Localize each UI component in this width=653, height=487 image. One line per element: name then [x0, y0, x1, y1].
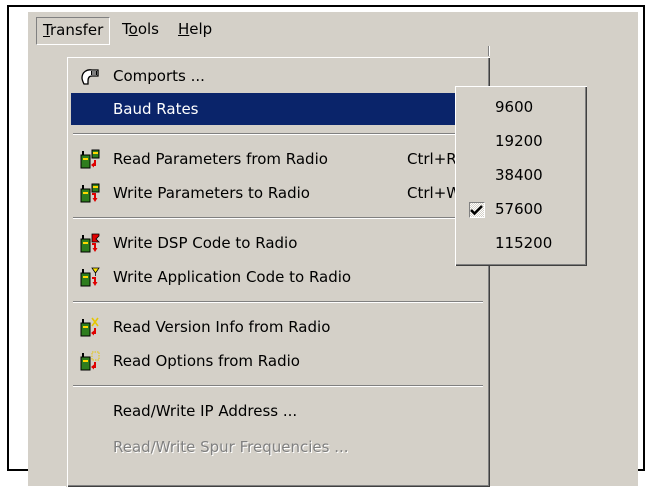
menu-item-spur-frequencies: Read/Write Spur Frequencies ... — [71, 431, 485, 463]
menu-item-read-version-info[interactable]: Read Version Info from Radio — [71, 311, 485, 343]
menu-item-label: Write DSP Code to Radio — [113, 234, 298, 252]
comport-icon — [81, 69, 99, 85]
radio-read-icon — [80, 149, 100, 169]
menu-item-write-dsp-code[interactable]: Write DSP Code to Radio — [71, 227, 485, 259]
menu-separator — [73, 217, 483, 219]
menu-separator — [73, 385, 483, 387]
baud-option-label: 9600 — [495, 98, 534, 116]
menu-item-ip-address[interactable]: Read/Write IP Address ... — [71, 395, 485, 427]
menu-item-label: Write Application Code to Radio — [113, 268, 352, 286]
menu-item-shortcut: Ctrl+R — [407, 150, 457, 168]
baud-option-115200[interactable]: 115200 — [459, 226, 583, 260]
radio-version-icon — [80, 317, 99, 337]
menu-item-write-application-code[interactable]: Write Application Code to Radio — [71, 261, 485, 293]
radio-dsp-icon — [80, 233, 100, 253]
menu-item-write-parameters[interactable]: Write Parameters to Radio Ctrl+W — [71, 177, 485, 209]
baud-option-label: 38400 — [495, 166, 543, 184]
baud-option-label: 115200 — [495, 234, 553, 252]
menu-item-read-options[interactable]: Read Options from Radio — [71, 345, 485, 377]
menu-item-read-parameters[interactable]: Read Parameters from Radio Ctrl+R — [71, 143, 485, 175]
baud-option-38400[interactable]: 38400 — [459, 158, 583, 192]
menu-item-label: Read Version Info from Radio — [113, 318, 331, 336]
menu-item-shortcut: Ctrl+W — [407, 184, 462, 202]
menu-tools-suffix: ols — [137, 20, 159, 38]
menu-help-access-key: H — [178, 20, 190, 38]
menu-help-suffix: elp — [189, 20, 213, 38]
menu-item-label: Write Parameters to Radio — [113, 184, 310, 202]
menu-transfer[interactable]: Transfer — [36, 17, 111, 45]
menu-item-comports[interactable]: Comports ... — [71, 60, 485, 92]
menu-help[interactable]: Help — [172, 12, 218, 46]
radio-write-icon — [80, 183, 100, 203]
baud-option-label: 19200 — [495, 132, 543, 150]
baud-option-19200[interactable]: 19200 — [459, 124, 583, 158]
menu-bar: Transfer Tools Help — [28, 12, 638, 46]
check-icon — [470, 205, 483, 216]
menu-separator — [73, 301, 483, 303]
menu-item-label: Read Options from Radio — [113, 352, 300, 370]
menu-tools-prefix: T — [122, 20, 129, 38]
menu-separator — [73, 133, 483, 135]
menu-item-label: Comports ... — [113, 67, 205, 85]
baud-option-57600[interactable]: 57600 — [459, 192, 583, 226]
menu-item-label: Read Parameters from Radio — [113, 150, 328, 168]
menu-item-baud-rates[interactable]: Baud Rates — [71, 93, 485, 125]
transfer-menu: Comports ... Baud Rates Read Parameters … — [66, 56, 490, 487]
baud-rate-submenu: 9600 19200 38400 57600 115200 — [455, 86, 587, 266]
menu-transfer-access-key: T — [43, 21, 50, 39]
menu-item-label: Read/Write IP Address ... — [113, 402, 298, 420]
baud-option-9600[interactable]: 9600 — [459, 90, 583, 124]
baud-option-label: 57600 — [495, 200, 543, 218]
radio-options-icon — [80, 351, 100, 371]
menu-tools[interactable]: Tools — [116, 12, 165, 46]
radio-app-icon — [80, 267, 100, 287]
menu-item-label: Baud Rates — [113, 100, 199, 118]
menu-tools-access-key: o — [128, 20, 138, 38]
menu-transfer-suffix: ransfer — [49, 21, 104, 39]
menu-item-label: Read/Write Spur Frequencies ... — [113, 438, 349, 456]
